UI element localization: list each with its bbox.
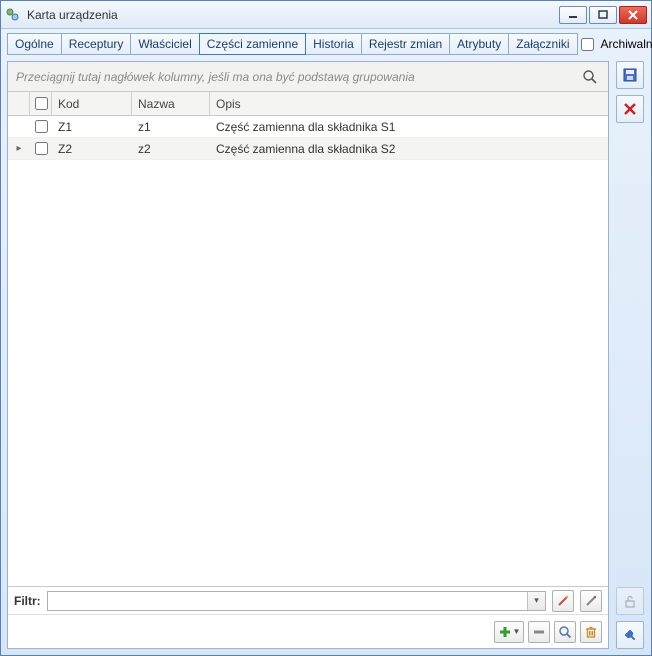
lock-button[interactable] bbox=[616, 587, 644, 615]
filter-combo[interactable]: ▾ bbox=[47, 591, 546, 611]
tab-rejestr-zmian[interactable]: Rejestr zmian bbox=[361, 33, 450, 55]
titlebar: Karta urządzenia bbox=[1, 1, 651, 29]
tab-właściciel[interactable]: Właściciel bbox=[130, 33, 199, 55]
pin-button[interactable] bbox=[616, 621, 644, 649]
tab-historia[interactable]: Historia bbox=[305, 33, 362, 55]
side-toolbar bbox=[615, 61, 645, 649]
tab-ogólne[interactable]: Ogólne bbox=[7, 33, 62, 55]
delete-side-button[interactable] bbox=[616, 95, 644, 123]
maximize-button[interactable] bbox=[589, 6, 617, 24]
cell-nazwa: z1 bbox=[132, 116, 210, 137]
row-checkbox-cell[interactable] bbox=[30, 116, 52, 137]
archive-checkbox[interactable] bbox=[581, 38, 594, 51]
window-root: Karta urządzenia OgólneRecepturyWłaścici… bbox=[0, 0, 652, 656]
tab-atrybuty[interactable]: Atrybuty bbox=[449, 33, 509, 55]
tab-bar: OgólneRecepturyWłaścicielCzęści zamienne… bbox=[1, 29, 651, 55]
app-icon bbox=[5, 7, 21, 23]
filter-dropdown-button[interactable]: ▾ bbox=[527, 592, 545, 610]
filter-row: Filtr: ▾ bbox=[8, 586, 608, 614]
cell-kod: Z1 bbox=[52, 116, 132, 137]
wand-alt-icon[interactable] bbox=[580, 590, 602, 612]
col-select-all[interactable] bbox=[30, 92, 52, 115]
trash-button[interactable] bbox=[580, 621, 602, 643]
row-indicator bbox=[8, 116, 30, 137]
filter-label: Filtr: bbox=[14, 594, 41, 608]
archive-label[interactable]: Archiwalne bbox=[601, 37, 652, 51]
grouping-hint-bar[interactable]: Przeciągnij tutaj nagłówek kolumny, jeśl… bbox=[8, 62, 608, 92]
bottom-toolbar: ▼ bbox=[8, 614, 608, 648]
minimize-button[interactable] bbox=[559, 6, 587, 24]
grouping-hint-text: Przeciągnij tutaj nagłówek kolumny, jeśl… bbox=[16, 70, 415, 84]
row-checkbox-cell[interactable] bbox=[30, 138, 52, 159]
select-all-checkbox[interactable] bbox=[35, 97, 48, 110]
tab-załączniki[interactable]: Załączniki bbox=[508, 33, 577, 55]
close-button[interactable] bbox=[619, 6, 647, 24]
grid-body[interactable]: Z1z1Część zamienna dla składnika S1▸Z2z2… bbox=[8, 116, 608, 586]
search-icon[interactable] bbox=[580, 67, 600, 87]
col-kod[interactable]: Kod bbox=[52, 92, 132, 115]
cell-opis: Część zamienna dla składnika S1 bbox=[210, 116, 608, 137]
cell-nazwa: z2 bbox=[132, 138, 210, 159]
grid-header: Kod Nazwa Opis bbox=[8, 92, 608, 116]
archive-toggle-wrap: Archiwalne bbox=[577, 35, 652, 54]
row-indicator: ▸ bbox=[8, 138, 30, 159]
add-button[interactable]: ▼ bbox=[494, 621, 524, 643]
col-nazwa[interactable]: Nazwa bbox=[132, 92, 210, 115]
row-checkbox[interactable] bbox=[35, 142, 48, 155]
row-checkbox[interactable] bbox=[35, 120, 48, 133]
content-area: Przeciągnij tutaj nagłówek kolumny, jeśl… bbox=[1, 55, 651, 655]
col-indicator bbox=[8, 92, 30, 115]
save-button[interactable] bbox=[616, 61, 644, 89]
cell-kod: Z2 bbox=[52, 138, 132, 159]
window-title: Karta urządzenia bbox=[27, 8, 557, 22]
table-row[interactable]: ▸ Z2z2Część zamienna dla składnika S2 bbox=[8, 138, 608, 160]
remove-button[interactable] bbox=[528, 621, 550, 643]
tab-receptury[interactable]: Receptury bbox=[61, 33, 132, 55]
wand-icon[interactable] bbox=[552, 590, 574, 612]
cell-opis: Część zamienna dla składnika S2 bbox=[210, 138, 608, 159]
filter-input[interactable] bbox=[48, 592, 527, 610]
magnifier-button[interactable] bbox=[554, 621, 576, 643]
main-panel: Przeciągnij tutaj nagłówek kolumny, jeśl… bbox=[7, 61, 609, 649]
tab-części-zamienne[interactable]: Części zamienne bbox=[199, 33, 306, 55]
col-opis[interactable]: Opis bbox=[210, 92, 608, 115]
table-row[interactable]: Z1z1Część zamienna dla składnika S1 bbox=[8, 116, 608, 138]
